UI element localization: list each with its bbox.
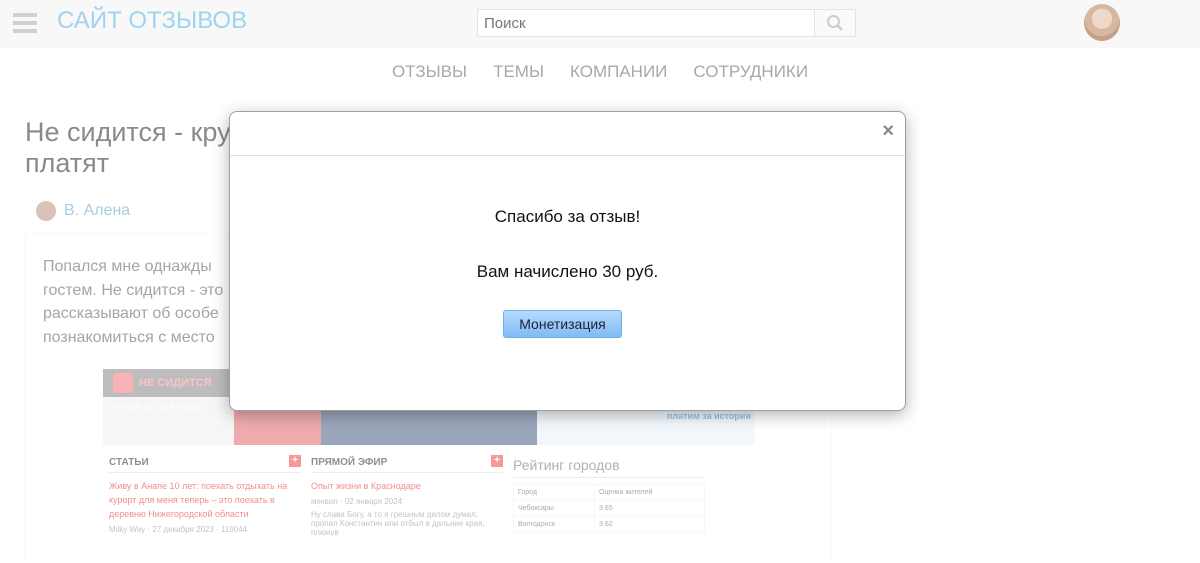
search-bar [477,9,856,37]
article-meta: Milky Way · 27 декабря 2023 · 119044 [109,525,248,534]
author[interactable]: В. Алена [36,201,130,221]
user-avatar[interactable] [1084,4,1120,41]
logo-icon [113,373,133,393]
table-cell: 3.65 [594,500,705,517]
nav-employees[interactable]: СОТРУДНИКИ [693,62,808,82]
table-cell: 3.62 [594,516,705,533]
article-link: Опыт жизни в Краснодаре [311,481,421,491]
article-title: Не сидится - кру платят [25,117,231,179]
column-heading: ПРЯМОЙ ЭФИР [311,457,388,468]
article-link: Живу в Анапе 10 лет: поехать отдыхать на… [109,481,288,519]
review-body: Попался мне однажды гостем. Не сидится -… [43,255,223,349]
column-heading: Рейтинг городов [513,457,705,478]
nav-topics[interactable]: ТЕМЫ [493,62,544,82]
live-column: ПРЯМОЙ ЭФИР + Опыт жизни в Краснодаре мек… [311,455,503,537]
rating-table: Город Оценка жителей Чебоксары 3.65 Волгод… [512,484,705,533]
body-line: рассказывают об особе [43,305,219,322]
author-name[interactable]: В. Алена [64,202,130,220]
title-line: Не сидится - кру [25,117,231,147]
body-line: Попался мне однажды [43,258,212,275]
nav-reviews[interactable]: ОТЗЫВЫ [392,62,467,82]
article-excerpt: Ну слава Богу, а то я грешным делом дума… [311,510,485,537]
articles-column: СТАТЬИ + Живу в Анапе 10 лет: поехать отд… [109,455,301,537]
title-line: платят [25,148,110,178]
search-button[interactable] [815,9,856,37]
body-line: познакомиться с место [43,328,215,346]
modal-credit: Вам начислено 30 руб. [476,262,659,281]
table-header: Оценка жителей [594,484,705,501]
close-icon[interactable]: × [882,120,894,143]
search-icon [827,15,843,31]
nav-companies[interactable]: КОМПАНИИ [570,62,667,82]
plus-icon: + [289,455,301,467]
header: САЙТ ОТЗЫВОВ [0,0,1200,48]
main-nav: ОТЗЫВЫ ТЕМЫ КОМПАНИИ СОТРУДНИКИ [0,62,1200,82]
table-cell: Чебоксары [512,500,596,517]
rating-column: Рейтинг городов Город Оценка жителей Чебо… [512,457,705,537]
plus-icon: + [491,455,503,467]
thank-you-modal: × Спасибо за отзыв! Вам начислено 30 руб… [229,111,906,411]
modal-message: Спасибо за отзыв! [494,207,641,226]
image-logo: НЕ СИДИТСЯ [139,377,212,389]
site-logo[interactable]: САЙТ ОТЗЫВОВ [57,7,247,35]
monetization-button[interactable]: Монетизация [503,310,622,338]
menu-icon[interactable] [13,13,37,33]
column-heading: СТАТЬИ [109,457,149,468]
body-line: гостем. Не сидится - это [43,281,224,299]
author-avatar [36,201,56,221]
search-input[interactable] [477,9,815,37]
article-meta: меквил · 02 января 2024 [311,497,403,506]
table-cell: Волгодонск [512,516,596,533]
table-header: Город [512,484,596,501]
modal-header: × [230,112,905,156]
